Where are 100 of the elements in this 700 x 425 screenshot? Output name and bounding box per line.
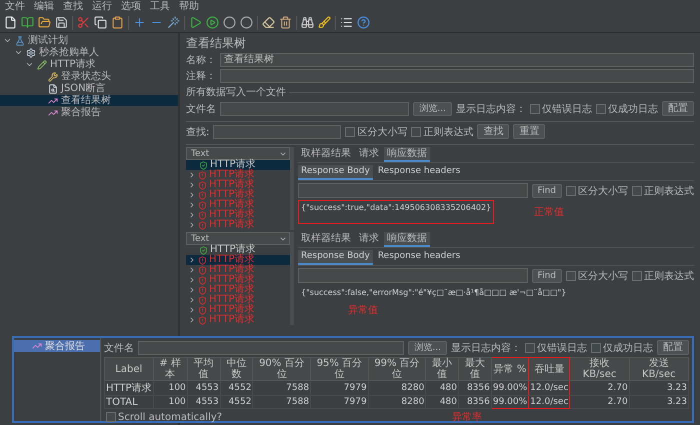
chart-icon xyxy=(48,96,58,106)
shield-alert-icon xyxy=(198,316,207,324)
configure-button[interactable]: 配置 xyxy=(662,101,694,116)
new-file-icon[interactable] xyxy=(4,16,17,29)
plus-icon[interactable] xyxy=(133,16,146,29)
checkbox[interactable] xyxy=(106,412,116,422)
menu-item[interactable]: 查找 xyxy=(63,0,83,12)
menu-item[interactable]: 帮助 xyxy=(179,0,199,12)
column-header[interactable]: 吞吐量 xyxy=(528,358,570,380)
column-header[interactable]: 最大值 xyxy=(458,358,492,380)
column-header[interactable]: 90% 百分位 xyxy=(252,358,311,380)
tree-item[interactable]: 聚合报告 xyxy=(14,340,100,352)
column-header[interactable]: 最小值 xyxy=(426,358,459,380)
table-cell: 8280 xyxy=(368,380,426,396)
pencil-icon xyxy=(37,60,47,70)
column-header[interactable]: 95% 百分位 xyxy=(310,358,368,380)
chart-icon xyxy=(32,341,42,351)
clipboard-icon[interactable] xyxy=(111,16,124,29)
brush-icon[interactable] xyxy=(318,16,331,29)
menu-item[interactable]: 运行 xyxy=(92,0,112,12)
sample-item[interactable]: HTTP请求 xyxy=(186,245,290,255)
column-header[interactable]: # 样本 xyxy=(153,358,188,380)
circle-icon[interactable] xyxy=(240,16,253,29)
checkbox[interactable] xyxy=(525,342,535,352)
book-icon[interactable] xyxy=(21,16,34,29)
reset-button[interactable]: 重置 xyxy=(513,124,546,139)
column-header[interactable]: 99% 百分位 xyxy=(368,358,426,380)
tab[interactable]: 取样器结果 xyxy=(298,232,354,247)
column-header[interactable]: 平均值 xyxy=(187,358,220,380)
play-circle-icon[interactable] xyxy=(206,16,219,29)
play-icon[interactable] xyxy=(189,16,202,29)
stop-icon[interactable] xyxy=(223,16,236,29)
tab[interactable]: Response headers xyxy=(374,250,464,265)
tree-item[interactable]: JSON断言 xyxy=(0,83,178,94)
tree-item[interactable]: 查看结果树 xyxy=(0,95,178,106)
folder-icon[interactable] xyxy=(38,16,51,29)
find-button[interactable]: Find xyxy=(532,268,562,282)
tree-item[interactable]: HTTP请求 xyxy=(0,59,178,70)
eraser-icon[interactable] xyxy=(262,16,275,29)
sample-item[interactable]: HTTP请求 xyxy=(186,255,290,265)
tab[interactable]: 取样器结果 xyxy=(298,147,354,162)
menu-item[interactable]: 文件 xyxy=(5,0,25,12)
column-header[interactable]: 异常 % xyxy=(491,358,529,380)
renderer-dropdown[interactable]: Text xyxy=(186,232,290,245)
menu-item[interactable]: 编辑 xyxy=(34,0,54,12)
wand-icon[interactable] xyxy=(167,16,180,29)
search-label: 查找: xyxy=(186,126,210,138)
copy-icon[interactable] xyxy=(94,16,107,29)
tab[interactable]: Response Body xyxy=(298,165,373,180)
checkbox[interactable] xyxy=(345,126,356,136)
tab[interactable]: 请求 xyxy=(356,147,382,162)
binoculars-icon[interactable] xyxy=(301,16,314,29)
find-field[interactable] xyxy=(298,183,528,198)
search-button[interactable]: 查找 xyxy=(477,124,510,139)
sample-item[interactable]: HTTP请求 xyxy=(186,160,290,170)
tab[interactable]: 响应数据 xyxy=(384,147,430,162)
file-name-field[interactable] xyxy=(220,102,410,116)
list-icon[interactable] xyxy=(340,16,353,29)
tree-item[interactable]: 秒杀抢购单人 xyxy=(0,47,178,58)
browse-button[interactable]: 浏览... xyxy=(413,102,452,116)
checkbox[interactable] xyxy=(632,186,642,196)
tree-item[interactable]: 登录状态头 xyxy=(0,71,178,82)
flask-icon xyxy=(15,36,25,46)
shield-alert-icon xyxy=(198,276,207,284)
chevron-down-icon[interactable] xyxy=(14,48,23,57)
checkbox[interactable] xyxy=(566,270,576,280)
find-button[interactable]: Find xyxy=(532,184,562,198)
chevron-down-icon[interactable] xyxy=(25,60,34,69)
checkbox[interactable] xyxy=(591,342,601,352)
search-field[interactable] xyxy=(213,124,342,138)
checkbox[interactable] xyxy=(530,104,540,114)
tab[interactable]: Response Body xyxy=(298,250,373,265)
checkbox[interactable] xyxy=(596,104,606,114)
checkbox[interactable] xyxy=(566,186,576,196)
save-icon[interactable] xyxy=(55,16,68,29)
name-field[interactable]: 查看结果树 xyxy=(220,53,694,67)
renderer-dropdown[interactable]: Text xyxy=(186,147,290,160)
chevron-down-icon[interactable] xyxy=(3,36,12,45)
tab[interactable]: Response headers xyxy=(374,165,464,180)
menu-item[interactable]: 工具 xyxy=(150,0,170,12)
configure-button[interactable]: 配置 xyxy=(657,340,689,355)
find-field[interactable] xyxy=(298,268,528,283)
checkbox[interactable] xyxy=(411,126,422,136)
column-header[interactable]: Label xyxy=(104,358,154,380)
file-name-field[interactable] xyxy=(138,340,404,354)
browse-button[interactable]: 浏览... xyxy=(408,340,447,354)
menu-item[interactable]: 选项 xyxy=(121,0,141,12)
column-header[interactable]: 发送 KB/sec xyxy=(629,358,688,380)
checkbox[interactable] xyxy=(632,270,642,280)
trash-icon[interactable] xyxy=(279,16,292,29)
tab[interactable]: 请求 xyxy=(356,232,382,247)
help-icon[interactable] xyxy=(357,16,370,29)
column-header[interactable]: 中位数 xyxy=(220,358,253,380)
tree-item[interactable]: 测试计划 xyxy=(0,35,178,46)
regex-label: 正则表达式 xyxy=(423,126,474,138)
tab[interactable]: 响应数据 xyxy=(384,232,430,247)
column-header[interactable]: 接收 KB/sec xyxy=(570,358,630,380)
comment-field[interactable] xyxy=(220,69,694,83)
tree-item[interactable]: 聚合报告 xyxy=(0,107,178,118)
scissors-icon[interactable] xyxy=(77,16,90,29)
